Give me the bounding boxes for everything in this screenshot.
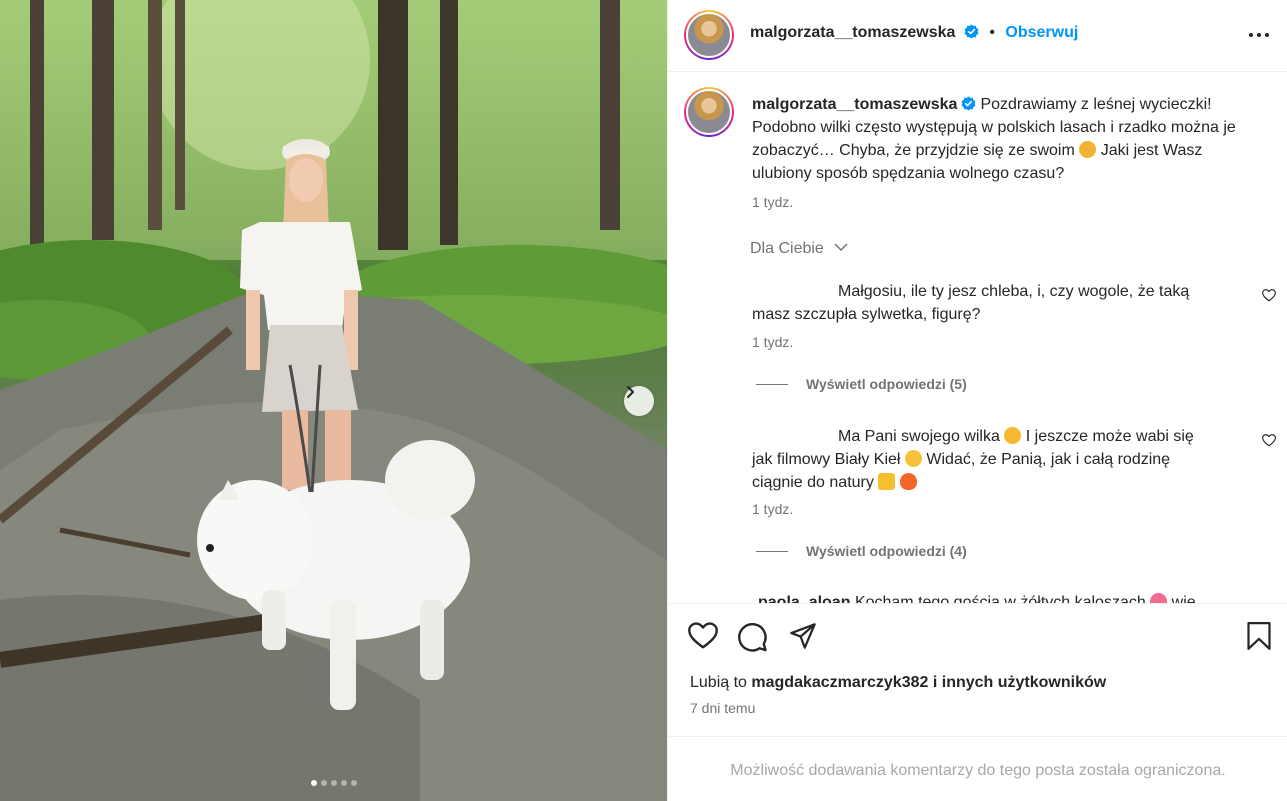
comment-3: paola_aloan Kocham tego gościa w żółtych… [758,593,1196,603]
comment-2-replies-label: Wyświetl odpowiedzi (4) [806,543,967,559]
post-header: malgorzata__tomaszewska • Obserwuj [668,0,1287,72]
comments-list[interactable]: malgorzata__tomaszewska Pozdrawiamy z le… [668,73,1287,603]
share-icon[interactable] [789,622,817,650]
comment-1-text: Małgosiu, ile ty jesz chleba, i, czy wog… [752,283,1190,323]
header-user-line: malgorzata__tomaszewska • Obserwuj [750,24,1078,42]
follow-button[interactable]: Obserwuj [1005,24,1078,41]
carousel-indicator [0,780,667,786]
comment-1-replies-label: Wyświetl odpowiedzi (5) [806,376,967,392]
comment-2-view-replies[interactable]: Wyświetl odpowiedzi (4) [756,543,967,559]
likes-summary: Lubią to magdakaczmarczyk382 i innych uż… [690,674,1106,692]
carousel-dot-3 [330,780,337,786]
caption-time: 1 tydz. [752,194,794,210]
carousel-next-button[interactable] [624,386,654,416]
author-username[interactable]: malgorzata__tomaszewska [750,24,955,41]
likes-user[interactable]: magdakaczmarczyk382 [751,674,928,691]
comment-1-view-replies[interactable]: Wyświetl odpowiedzi (5) [756,376,967,392]
smiling-face-emoji-icon [904,450,922,467]
author-avatar[interactable] [684,10,734,60]
verified-badge-icon [964,24,979,39]
verified-badge-icon [962,96,976,111]
carousel-dot-4 [340,780,347,786]
carousel-dot-5 [350,780,357,786]
comment-3-username[interactable]: paola_aloan [758,594,850,603]
caption: malgorzata__tomaszewska Pozdrawiamy z le… [752,93,1252,185]
chevron-right-icon [627,386,634,398]
comment-2-text-1: Ma Pani swojego wilka [838,428,1000,445]
header-separator: • [989,24,995,41]
caption-username[interactable]: malgorzata__tomaszewska [752,96,957,113]
post-date: 7 dni temu [690,700,756,716]
comment-1-time: 1 tydz. [752,334,794,350]
comment-3-text: Kocham tego gościa w żółtych kaloszach [854,594,1146,603]
comments-filter-dropdown[interactable]: Dla Ciebie [750,240,848,258]
carousel-dot-1 [310,780,317,786]
comments-restricted-notice: Możliwość dodawania komentarzy do tego p… [730,762,1226,779]
caption-avatar[interactable] [684,87,734,137]
post-panel: malgorzata__tomaszewska • Obserwuj malgo… [667,0,1287,801]
likes-suffix[interactable]: i innych użytkowników [933,674,1106,691]
post-photo[interactable] [0,0,667,801]
comment-icon[interactable] [738,622,768,652]
bookmark-icon[interactable] [1246,622,1272,650]
post-actions: Lubią to magdakaczmarczyk382 i innych uż… [668,603,1287,737]
chevron-down-icon [834,243,848,252]
more-options-icon[interactable] [1248,22,1270,46]
heart-icon[interactable] [688,622,718,650]
comment-3-text-end: wie [1171,594,1196,603]
forest-photo-illustration [0,0,667,801]
tongue-out-emoji-icon [1079,141,1097,158]
comment-1: Małgosiu, ile ty jesz chleba, i, czy wog… [752,280,1212,326]
comment-2-time: 1 tydz. [752,501,794,517]
comment-2: Ma Pani swojego wilka I jeszcze może wab… [752,425,1212,494]
comment-2-like-icon[interactable] [1262,434,1276,447]
heart-eyes-emoji-icon [1150,593,1168,603]
flexed-biceps-emoji-icon [878,473,896,490]
comments-filter-label: Dla Ciebie [750,240,824,257]
likes-prefix: Lubią to [690,674,747,691]
comment-1-like-icon[interactable] [1262,289,1276,302]
carousel-dot-2 [320,780,327,786]
screaming-face-emoji-icon [1004,427,1022,444]
fire-emoji-icon [899,473,917,490]
